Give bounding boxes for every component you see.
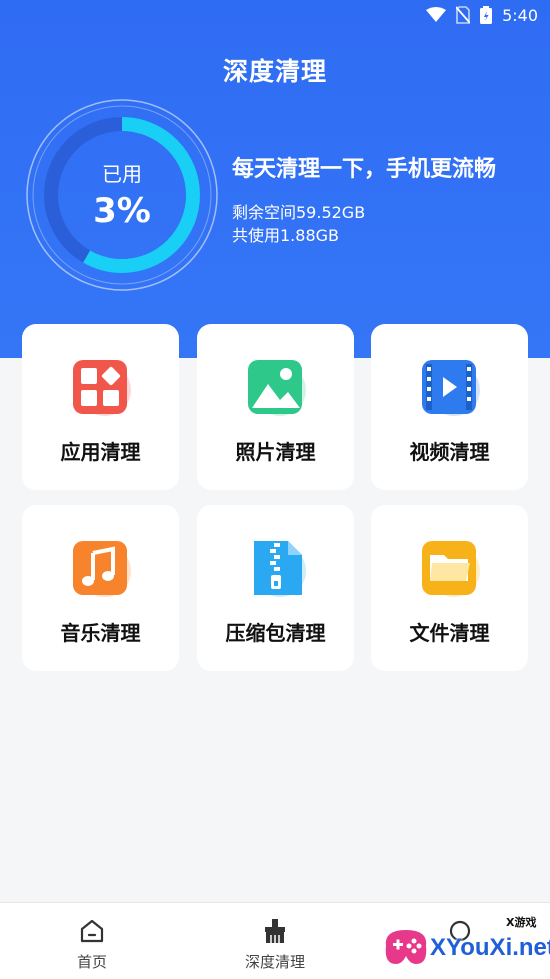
card-zip-clean[interactable]: 压缩包清理 [197,505,354,671]
broom-icon [265,919,285,943]
status-bar: 5:40 [0,0,550,30]
card-label: 音乐清理 [60,621,141,645]
card-label: 照片清理 [235,440,316,464]
slogan-text: 每天清理一下，手机更流畅 [232,157,497,182]
card-photo-clean[interactable]: 照片清理 [197,324,354,490]
gauge-value: 3% [93,191,151,231]
home-icon [80,919,104,943]
card-label: 文件清理 [409,621,490,645]
remaining-space: 剩余空间59.52GB [232,203,366,222]
tab-label: 深度清理 [244,953,305,971]
music-icon [71,537,131,597]
used-space: 共使用1.88GB [232,226,340,245]
header-banner: 5:40 深度清理 已用 3% 每天清理一下，手机更流畅 剩余空间59.52GB… [0,0,550,358]
tab-home[interactable]: 首页 [62,903,122,979]
card-music-clean[interactable]: 音乐清理 [22,505,179,671]
card-video-clean[interactable]: 视频清理 [371,324,528,490]
zip-icon [246,537,306,597]
card-file-clean[interactable]: 文件清理 [371,505,528,671]
card-app-clean[interactable]: 应用清理 [22,324,179,490]
card-label: 视频清理 [409,440,490,464]
video-icon [420,356,480,416]
gamepad-logo-icon [385,930,427,964]
tab-deep-clean[interactable]: 深度清理 [230,903,320,979]
card-label: 应用清理 [60,440,141,464]
watermark: X游戏 XYouXi.net [372,910,550,976]
gauge-label: 已用 [102,162,142,186]
wifi-icon [426,7,447,22]
status-time: 5:40 [502,5,538,25]
card-label: 压缩包清理 [225,621,326,645]
folder-icon [420,537,480,597]
watermark-small-text: X游戏 [506,916,537,929]
storage-gauge: 已用 3% [24,97,220,293]
battery-icon [480,6,493,24]
no-sim-icon [456,6,471,24]
tab-label: 首页 [76,953,107,971]
app-grid-icon [71,356,131,416]
watermark-text: XYouXi.net [430,934,550,961]
photo-icon [246,356,306,416]
page-title: 深度清理 [222,57,327,86]
